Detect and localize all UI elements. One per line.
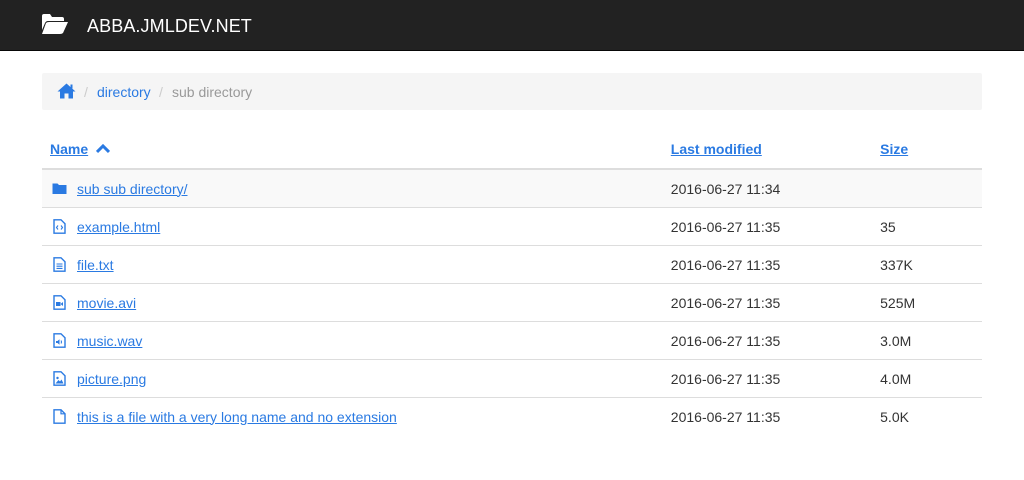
file-text-icon [53,256,66,272]
size-cell: 337K [872,245,982,284]
sort-by-size-link[interactable]: Size [880,141,908,157]
sort-by-modified-link[interactable]: Last modified [671,141,762,157]
name-cell: music.wav [42,321,663,360]
folder-icon [52,183,67,194]
size-cell: 35 [872,207,982,246]
name-cell: movie.avi [42,283,663,322]
size-cell: 3.0M [872,321,982,360]
file-link[interactable]: music.wav [77,333,142,349]
file-icon [53,408,66,424]
size-cell: 4.0M [872,359,982,398]
column-header-name: Name [42,130,663,170]
name-cell: picture.png [42,359,663,398]
breadcrumb-item-directory[interactable]: directory [97,83,151,101]
sort-by-name-link[interactable]: Name [50,141,88,157]
breadcrumb-item-sub-directory: sub directory [172,84,253,100]
breadcrumb: / directory / sub directory [42,73,982,110]
modified-cell: 2016-06-27 11:35 [662,359,873,398]
modified-cell: 2016-06-27 11:35 [662,397,873,435]
table-row: file.txt 2016-06-27 11:35 337K [42,245,982,284]
size-cell: 525M [872,283,982,322]
table-row: picture.png 2016-06-27 11:35 4.0M [42,359,982,398]
column-header-size: Size [872,130,982,170]
file-link[interactable]: example.html [77,219,160,235]
column-header-last-modified: Last modified [662,130,873,170]
file-listing-table: Name Last modified Size sub sub director… [42,130,982,435]
navbar: ABBA.JMLDEV.NET [0,0,1024,51]
table-row: sub sub directory/ 2016-06-27 11:34 [42,169,982,208]
file-link[interactable]: sub sub directory/ [77,181,188,197]
site-title[interactable]: ABBA.JMLDEV.NET [87,14,252,38]
size-cell [872,169,982,208]
modified-cell: 2016-06-27 11:34 [662,169,873,208]
file-link[interactable]: movie.avi [77,295,136,311]
modified-cell: 2016-06-27 11:35 [662,207,873,246]
table-header-row: Name Last modified Size [42,130,982,170]
table-row: example.html 2016-06-27 11:35 35 [42,207,982,246]
modified-cell: 2016-06-27 11:35 [662,321,873,360]
file-audio-icon [53,332,66,348]
table-row: movie.avi 2016-06-27 11:35 525M [42,283,982,322]
file-image-icon [53,370,66,386]
name-cell: this is a file with a very long name and… [42,397,663,435]
table-row: music.wav 2016-06-27 11:35 3.0M [42,321,982,360]
name-cell: example.html [42,207,663,246]
name-cell: sub sub directory/ [42,169,663,208]
size-cell: 5.0K [872,397,982,435]
chevron-up-icon[interactable] [96,144,111,154]
modified-cell: 2016-06-27 11:35 [662,283,873,322]
name-cell: file.txt [42,245,663,284]
folder-open-icon [42,14,68,34]
breadcrumb-separator: / [159,84,163,100]
file-link[interactable]: this is a file with a very long name and… [77,409,397,425]
file-video-icon [53,294,66,310]
file-code-icon [53,218,66,234]
home-icon[interactable] [57,83,76,99]
breadcrumb-separator: / [84,84,88,100]
modified-cell: 2016-06-27 11:35 [662,245,873,284]
file-link[interactable]: file.txt [77,257,114,273]
table-row: this is a file with a very long name and… [42,397,982,435]
file-link[interactable]: picture.png [77,371,146,387]
